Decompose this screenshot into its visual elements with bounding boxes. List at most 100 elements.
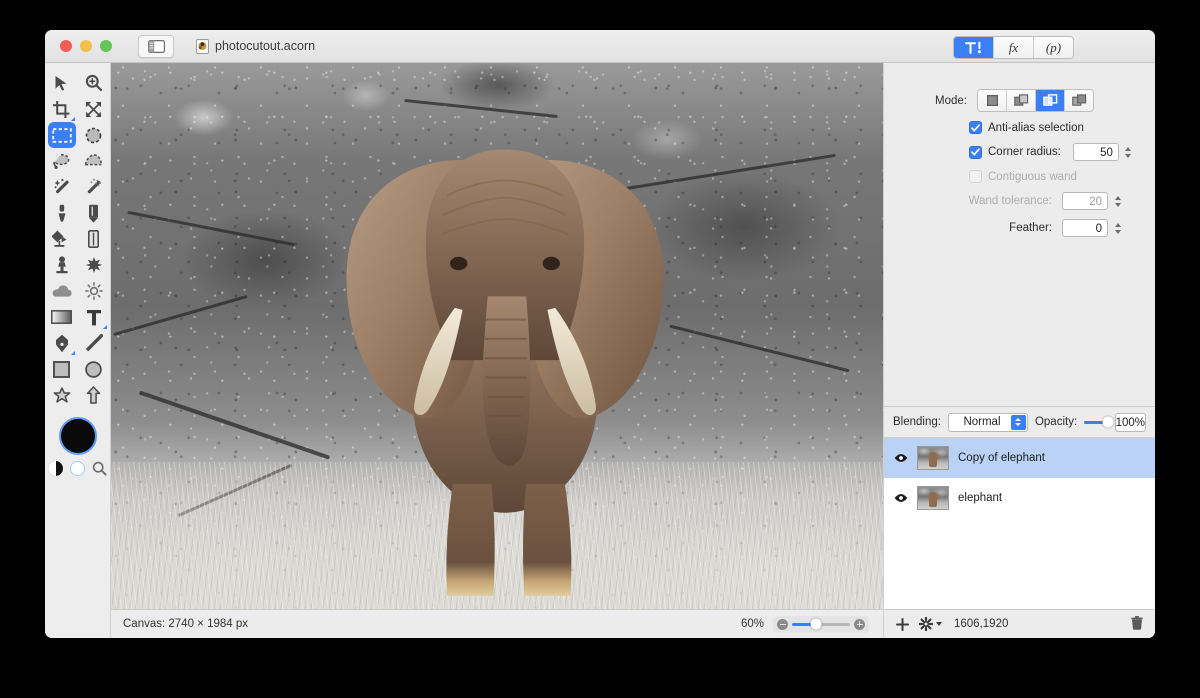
anti-alias-checkbox[interactable] [969,121,982,134]
color-swatches [48,417,107,476]
magic-wand-tool[interactable] [48,174,76,200]
opacity-label: Opacity: [1035,416,1077,428]
color-picker-icon[interactable] [92,461,107,476]
corner-radius-input[interactable]: 50 [1073,143,1119,161]
smudge-tool[interactable] [80,252,108,278]
move-tool[interactable] [48,70,76,96]
mode-add-selection[interactable] [1007,90,1036,111]
layer-visibility-toggle[interactable] [894,493,908,503]
foreground-color-swatch[interactable] [59,417,97,455]
opacity-slider-knob[interactable] [1102,417,1113,428]
blending-mode-select[interactable]: Normal [948,413,1028,432]
mode-subtract-selection[interactable] [1036,90,1065,111]
clone-stamp-tool[interactable] [48,252,76,278]
transform-tool[interactable] [80,96,108,122]
mode-intersect-selection[interactable] [1065,90,1093,111]
tab-filters[interactable]: fx [994,37,1034,58]
wand-tolerance-stepper[interactable] [1112,192,1123,210]
canvas-image[interactable] [111,63,883,609]
crop-tool[interactable] [48,96,76,122]
feather-stepper[interactable] [1112,219,1123,237]
polygonal-lasso-tool[interactable] [80,148,108,174]
star-shape-tool[interactable] [48,382,76,408]
tool-submenu-indicator [71,117,75,121]
dodge-burn-tool[interactable] [80,278,108,304]
layer-thumbnail [917,486,949,510]
line-tool[interactable] [80,330,108,356]
gradient-icon [51,310,72,324]
add-layer-button[interactable] [896,618,909,631]
canvas-scroll-view[interactable] [111,63,883,609]
tool-row [45,382,110,408]
layer-row-elephant[interactable]: elephant [884,478,1155,518]
layer-visibility-toggle[interactable] [894,453,908,463]
reset-colors-icon[interactable] [70,461,85,476]
wand-tolerance-row: Wand tolerance: 20 [884,192,1155,210]
zoom-out-icon[interactable] [777,619,788,630]
brush-icon [56,204,68,223]
zoom-in-icon[interactable] [854,619,865,630]
tool-row [45,200,110,226]
cloud-blur-icon [52,284,72,298]
elliptical-selection-tool[interactable] [80,122,108,148]
corner-radius-stepper[interactable] [1123,143,1134,161]
marquee-ellipse-icon [85,127,102,144]
feather-label: Feather: [884,222,1062,234]
zoom-slider-knob[interactable] [811,619,822,630]
inspector-tab-group: fx (p) [953,36,1074,59]
bezier-pen-tool[interactable] [48,330,76,356]
text-tool[interactable] [80,304,108,330]
layer-actions-button[interactable] [919,617,942,631]
ellipse-shape-tool[interactable] [80,356,108,382]
contiguous-wand-checkbox[interactable] [969,170,982,183]
window-controls [60,40,112,52]
sun-dodge-icon [85,282,103,300]
tab-tool-options[interactable] [954,37,994,58]
tool-row [45,96,110,122]
rectangle-shape-tool[interactable] [48,356,76,382]
wand-tolerance-input[interactable]: 20 [1062,192,1108,210]
mode-row: Mode: [884,89,1155,112]
sidebar-toggle-button[interactable] [138,35,174,58]
sparkle-wand-icon [85,178,103,196]
rectangular-selection-tool[interactable] [48,122,76,148]
zoom-tool[interactable] [80,70,108,96]
brush-tool[interactable] [48,200,76,226]
opacity-value[interactable]: 100% [1115,413,1146,432]
zoom-slider-track[interactable] [792,623,850,626]
smudge-icon [85,256,103,274]
swap-colors-icon[interactable] [48,461,63,476]
eraser-tool[interactable] [80,226,108,252]
zoom-slider[interactable] [773,616,869,633]
zoom-button[interactable] [100,40,112,52]
clone-stamp-icon [54,256,70,274]
document-title: photocutout.acorn [215,39,315,53]
layer-row-copy-of-elephant[interactable]: Copy of elephant [884,438,1155,478]
tab-properties[interactable]: (p) [1034,37,1073,58]
delete-layer-button[interactable] [1131,616,1143,633]
blur-tool[interactable] [48,278,76,304]
zoom-percent-label: 60% [741,618,764,630]
line-icon [85,334,103,352]
blending-label: Blending: [893,416,941,428]
arrow-shape-tool[interactable] [80,382,108,408]
feather-input[interactable]: 0 [1062,219,1108,237]
pencil-tool[interactable] [80,200,108,226]
mode-new-selection[interactable] [978,90,1007,111]
paint-bucket-icon [52,230,71,248]
minimize-button[interactable] [80,40,92,52]
eye-icon [894,453,908,463]
zoom-controls: 60% [741,616,869,633]
paint-bucket-tool[interactable] [48,226,76,252]
lasso-tool[interactable] [48,148,76,174]
close-button[interactable] [60,40,72,52]
instant-alpha-tool[interactable] [80,174,108,200]
checkmark-icon [971,148,980,156]
gradient-tool[interactable] [48,304,76,330]
feather-row: Feather: 0 [884,219,1155,237]
opacity-slider[interactable] [1084,421,1107,424]
blending-mode-value: Normal [963,416,1000,428]
tool-row [45,122,110,148]
trash-icon [1131,616,1143,630]
corner-radius-checkbox[interactable] [969,146,982,159]
